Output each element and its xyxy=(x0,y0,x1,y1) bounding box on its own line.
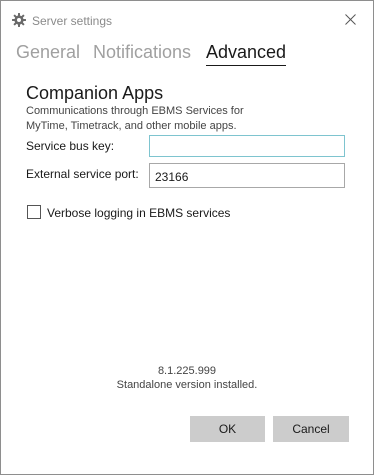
section-title: Companion Apps xyxy=(26,83,164,103)
install-note: Standalone version installed. xyxy=(116,379,258,391)
tab-general[interactable]: General xyxy=(16,40,80,64)
service-bus-key-input[interactable] xyxy=(149,135,345,157)
tab-advanced[interactable]: Advanced xyxy=(206,40,287,66)
title-bar[interactable]: Server settings xyxy=(1,1,373,37)
external-service-port-label: External service port: xyxy=(26,167,139,181)
tab-notifications[interactable]: Notifications xyxy=(93,40,191,64)
service-bus-key-label: Service bus key: xyxy=(26,139,115,153)
settings-tabs: General Notifications Advanced xyxy=(1,37,373,67)
gear-icon xyxy=(12,13,26,27)
close-button[interactable] xyxy=(339,9,363,31)
server-settings-dialog: Server settings General Notifications Ad… xyxy=(0,0,374,475)
cancel-button[interactable]: Cancel xyxy=(273,416,349,442)
window-title: Server settings xyxy=(32,14,113,28)
verbose-logging-checkbox[interactable] xyxy=(27,205,41,219)
version-text: 8.1.225.999 xyxy=(157,365,217,377)
section-description: Communications through EBMS Services for… xyxy=(26,105,244,132)
close-icon xyxy=(345,14,356,25)
ok-button[interactable]: OK xyxy=(190,416,265,442)
verbose-logging-label[interactable]: Verbose logging in EBMS services xyxy=(47,205,230,221)
external-service-port-input[interactable] xyxy=(149,163,345,188)
